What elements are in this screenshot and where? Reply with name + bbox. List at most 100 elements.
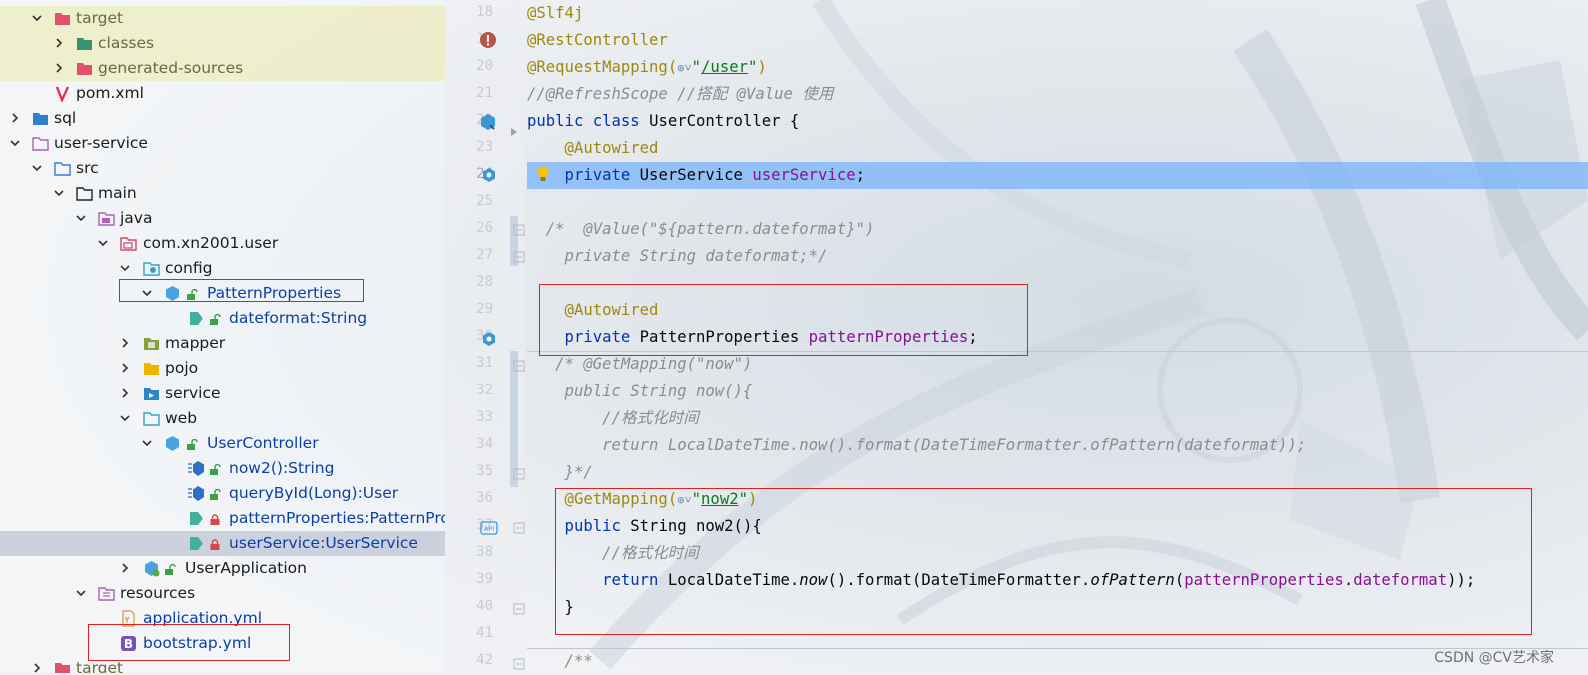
maven-icon [55,86,70,102]
fold-marker-icon[interactable] [513,360,525,372]
tree-item-user-service[interactable]: user-service [0,131,445,156]
tree-item-java[interactable]: java [0,206,445,231]
autowired-bean-icon[interactable] [481,331,497,347]
highlight-box-pattern-properties [119,279,364,302]
tree-item-label: main [98,184,137,202]
tree-item-service[interactable]: service [0,381,445,406]
comment: /* @Value("${pattern.dateformat}") [527,220,875,238]
highlight-box-bootstrap-yml [88,624,290,661]
tree-item-pom-xml[interactable]: pom.xml [0,81,445,106]
chevron-down-icon[interactable] [8,136,22,150]
chevron-down-icon[interactable] [96,236,110,250]
tree-item-user-service-field[interactable]: userService:UserService [0,531,445,556]
tree-item-web[interactable]: web [0,406,445,431]
api-endpoint-icon[interactable]: API [480,521,498,535]
tree-item-label: UserController [207,434,319,452]
tree-item-label: UserApplication [185,559,307,577]
chevron-right-icon[interactable] [8,111,22,125]
chevron-down-icon[interactable] [74,211,88,225]
comment: }*/ [527,463,593,481]
code-line-42: /** [527,648,593,675]
fold-marker-icon[interactable] [513,658,525,670]
chevron-right-icon[interactable] [52,36,66,50]
string-quote: " [748,58,758,76]
fold-marker-icon[interactable] [513,603,525,615]
tree-item-label: generated-sources [98,59,244,77]
tree-item-label: service [165,384,221,402]
tree-item-dateformat-field[interactable]: dateformat:String [0,306,445,331]
tree-item-pojo[interactable]: pojo [0,356,445,381]
code-line-22: public class UserController { [527,108,799,135]
tree-item-label: queryById(Long):User [229,484,399,502]
tree-item-label: target [76,9,124,27]
code-line-26: /* @Value("${pattern.dateformat}") [527,216,875,243]
comment: public String now(){ [527,382,753,400]
chevron-down-icon[interactable] [118,261,132,275]
tree-item-label: now2():String [229,459,335,477]
tree-item-now2-method[interactable]: now2():String [0,456,445,481]
tree-item-classes[interactable]: classes [0,31,445,56]
chevron-right-icon[interactable] [52,61,66,75]
lightbulb-icon[interactable] [535,165,551,183]
spring-bean-navigate-icon[interactable] [480,113,498,131]
chevron-right-icon[interactable] [118,386,132,400]
fold-marker-icon[interactable] [513,468,525,480]
chevron-right-icon[interactable] [118,561,132,575]
lock-icon [210,514,220,525]
lock-open-icon [165,564,176,575]
annotation-close: ) [757,58,767,76]
class-icon [166,436,179,451]
url-globe-icon[interactable]: ⊕˅ [677,61,691,75]
code-line-20: @RequestMapping(⊕˅"/user") [527,54,767,81]
chevron-down-icon[interactable] [30,11,44,25]
method-icon [188,486,204,501]
tree-item-generated-sources[interactable]: generated-sources [0,56,445,81]
chevron-down-icon[interactable] [140,436,154,450]
highlight-box-now2-method [555,488,1532,635]
folder-icon [54,162,71,176]
tree-item-label: dateformat:String [229,309,368,327]
spring-boot-class-icon [145,561,160,577]
chevron-down-icon[interactable] [52,186,66,200]
folder-excluded-icon [55,13,70,25]
annotation: @Autowired [527,139,659,157]
chevron-down-icon[interactable] [74,586,88,600]
lock-open-icon [187,439,198,450]
tree-item-src[interactable]: src [0,156,445,181]
chevron-right-icon[interactable] [118,361,132,375]
tree-item-mapper[interactable]: mapper [0,331,445,356]
chevron-right-icon[interactable] [30,661,44,673]
tree-item-main[interactable]: main [0,181,445,206]
tree-item-label: java [120,209,153,227]
autowired-bean-icon[interactable] [481,167,497,183]
tree-item-label: pojo [165,359,199,377]
comment: //格式化时间 [527,409,699,427]
spring-bean-icon[interactable] [479,31,497,49]
chevron-down-icon[interactable] [30,161,44,175]
method-icon [188,461,204,476]
tree-item-label: user-service [54,134,148,152]
chevron-down-icon[interactable] [118,411,132,425]
tree-item-pattern-properties-field[interactable]: patternProperties:PatternProp [0,506,445,531]
tree-item-label: src [76,159,99,177]
tree-item-label: pom.xml [76,84,144,102]
fold-marker-icon[interactable] [513,522,525,534]
code-line-18: @Slf4j [527,0,583,27]
code-line-32: public String now(){ [527,378,753,405]
mapping-path-link[interactable]: /user [701,58,748,76]
tree-item-config[interactable]: config [0,256,445,281]
tree-item-label: mapper [165,334,226,352]
tree-item-com-xn2001-user[interactable]: com.xn2001.user [0,231,445,256]
fold-arrow-icon[interactable] [509,127,519,137]
chevron-right-icon[interactable] [118,336,132,350]
comment: //@RefreshScope //搭配 @Value 使用 [527,85,834,103]
fold-marker-icon[interactable] [513,251,525,263]
tree-item-user-controller[interactable]: UserController [0,431,445,456]
field-name: userService [752,166,856,184]
tree-item-resources[interactable]: resources [0,581,445,606]
fold-marker-icon[interactable] [513,224,525,236]
tree-item-sql[interactable]: sql [0,106,445,131]
tree-item-user-application[interactable]: UserApplication [0,556,445,581]
tree-item-query-by-id-method[interactable]: queryById(Long):User [0,481,445,506]
tree-item-target[interactable]: target [0,6,445,31]
